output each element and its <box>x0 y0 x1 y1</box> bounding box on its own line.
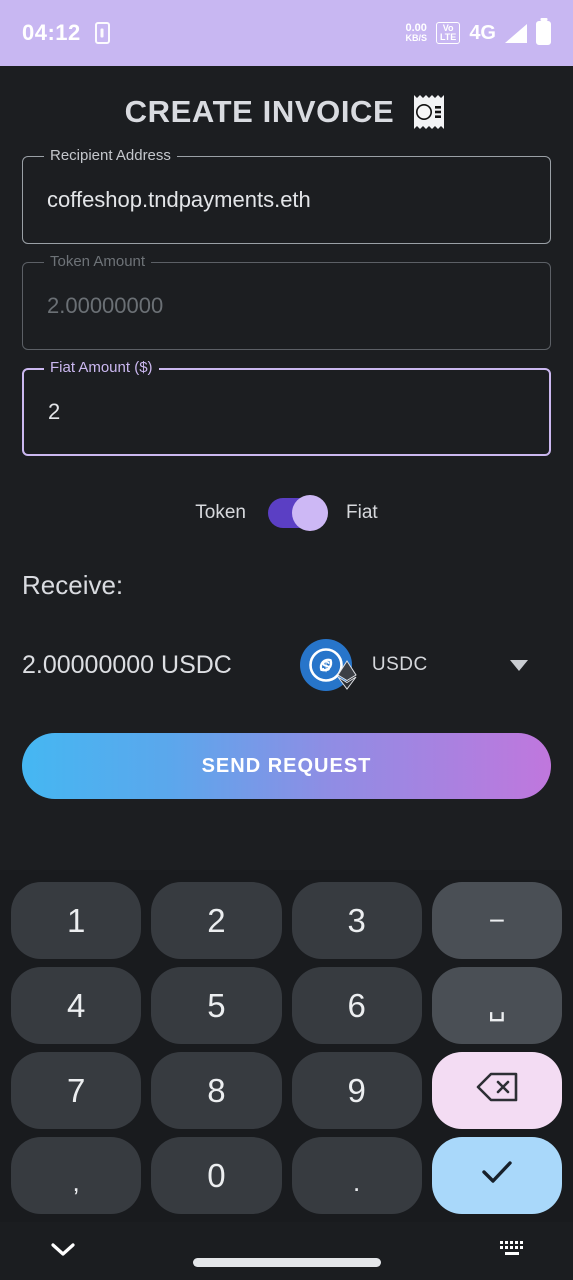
status-bar-right: 0.00 KB/S Vo LTE 4G <box>405 21 551 45</box>
home-indicator[interactable] <box>192 1258 381 1267</box>
key-space[interactable]: ␣ <box>431 967 562 1044</box>
key-0[interactable]: 0 <box>151 1137 282 1214</box>
recipient-address-label: Recipient Address <box>44 147 177 164</box>
network-type-label: 4G <box>469 21 496 44</box>
data-rate-indicator: 0.00 KB/S <box>405 22 427 44</box>
status-bar-clock: 04:12 <box>22 20 81 45</box>
receive-section-label: Receive: <box>22 570 124 600</box>
page-title: CREATE INVOICE <box>124 94 395 129</box>
svg-text:$: $ <box>322 658 331 675</box>
key-1[interactable]: 1 <box>11 882 142 959</box>
key-5[interactable]: 5 <box>151 967 282 1044</box>
fiat-amount-box[interactable]: 2 <box>22 368 551 456</box>
fiat-amount-label: Fiat Amount ($) <box>44 359 159 376</box>
recipient-address-value: coffeshop.tndpayments.eth <box>47 187 311 212</box>
key-minus[interactable]: − <box>431 882 562 959</box>
token-selector[interactable]: $ USDC <box>299 639 528 691</box>
hide-keyboard-chevron-down-icon[interactable] <box>48 1239 78 1264</box>
key-8[interactable]: 8 <box>151 1052 282 1129</box>
chevron-down-icon[interactable] <box>509 659 528 671</box>
toggle-label-token: Token <box>195 502 246 523</box>
status-bar: 04:12 0.00 KB/S Vo LTE 4G <box>0 0 573 66</box>
usdc-coin-wrap: $ <box>299 639 357 691</box>
token-amount-box[interactable]: 2.00000000 <box>22 262 551 350</box>
key-backspace[interactable] <box>431 1052 562 1129</box>
key-comma[interactable]: , <box>11 1137 142 1214</box>
battery-full-icon <box>536 21 551 45</box>
send-request-button[interactable]: SEND REQUEST <box>22 733 551 799</box>
key-9[interactable]: 9 <box>291 1052 422 1129</box>
key-enter[interactable] <box>431 1137 562 1214</box>
recipient-address-box[interactable]: coffeshop.tndpayments.eth <box>22 156 551 244</box>
token-dropdown-value: USDC <box>371 654 428 675</box>
signal-bars-icon <box>505 23 527 43</box>
backspace-icon <box>475 1071 519 1111</box>
switch-thumb <box>292 495 328 531</box>
numeric-keyboard: 1 2 3 − 4 5 6 ␣ 7 8 9 , 0 . <box>0 870 573 1222</box>
ethereum-badge-icon <box>336 660 358 695</box>
token-amount-field[interactable]: Token Amount 2.00000000 <box>22 253 551 350</box>
data-rate-unit: KB/S <box>405 33 427 44</box>
keyboard-row: 7 8 9 <box>6 1048 567 1133</box>
volte-bottom-text: LTE <box>439 32 457 42</box>
page-title-row: CREATE INVOICE <box>0 66 573 138</box>
keyboard-row: 4 5 6 ␣ <box>6 963 567 1048</box>
system-navigation-bar <box>0 1222 573 1280</box>
keyboard-row: , 0 . <box>6 1133 567 1218</box>
toggle-label-fiat: Fiat <box>346 502 378 523</box>
receive-row: 2.00000000 USDC $ USDC <box>22 639 551 691</box>
receive-amount-value: 2.00000000 USDC <box>22 650 232 679</box>
keyboard-row: 1 2 3 − <box>6 878 567 963</box>
token-amount-label: Token Amount <box>44 253 152 270</box>
volte-icon: Vo LTE <box>435 22 461 44</box>
key-2[interactable]: 2 <box>151 882 282 959</box>
key-3[interactable]: 3 <box>291 882 422 959</box>
key-4[interactable]: 4 <box>11 967 142 1044</box>
key-6[interactable]: 6 <box>291 967 422 1044</box>
app-screen: 04:12 0.00 KB/S Vo LTE 4G CREATE INVOICE <box>0 0 573 1280</box>
token-fiat-toggle-row: Token Fiat <box>0 495 573 531</box>
key-7[interactable]: 7 <box>11 1052 142 1129</box>
token-fiat-switch[interactable] <box>268 495 328 531</box>
switch-keyboard-icon[interactable] <box>499 1239 525 1264</box>
receipt-invoice-icon <box>410 92 448 132</box>
fiat-amount-field[interactable]: Fiat Amount ($) 2 <box>22 359 551 456</box>
token-amount-placeholder: 2.00000000 <box>47 293 164 318</box>
status-bar-left: 04:12 <box>22 20 110 46</box>
key-period[interactable]: . <box>291 1137 422 1214</box>
checkmark-icon <box>477 1157 517 1195</box>
phone-vibrate-icon <box>94 22 110 44</box>
fiat-amount-value: 2 <box>48 399 61 424</box>
recipient-address-field[interactable]: Recipient Address coffeshop.tndpayments.… <box>22 147 551 244</box>
